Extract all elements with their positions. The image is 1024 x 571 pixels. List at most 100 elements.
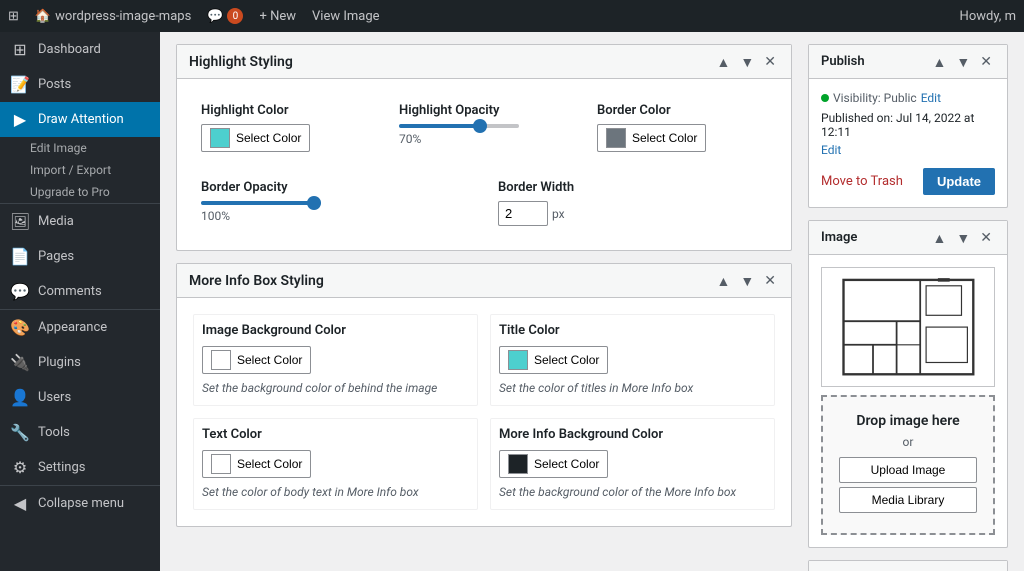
sidebar-item-comments[interactable]: 💬 Comments [0,274,160,309]
sidebar-item-tools[interactable]: 🔧 Tools [0,415,160,450]
border-opacity-slider[interactable] [201,201,321,205]
highlight-opacity-label: Highlight Opacity [399,103,569,118]
more-info-bg-color-label: More Info Background Color [499,427,766,442]
sidebar-sub-edit-image[interactable]: Edit Image [0,137,160,159]
posts-icon: 📝 [10,75,30,94]
visibility-text: Visibility: Public [833,91,917,105]
highlight-panel-header: Highlight Styling ▲ ▼ ✕ [177,45,791,79]
sidebar-item-pages[interactable]: 📄 Pages [0,239,160,274]
image-panel-header: Image ▲ ▼ ✕ [809,221,1007,255]
title-color-label: Title Color [499,323,766,338]
text-color-desc: Set the color of body text in More Info … [202,484,469,501]
more-info-panel-up[interactable]: ▲ [714,272,734,289]
image-bg-color-button[interactable]: Select Color [202,346,311,374]
visibility-row: Visibility: Public Edit [821,91,995,105]
upload-image-button[interactable]: Upload Image [839,457,977,483]
more-info-panel-down[interactable]: ▼ [737,272,757,289]
more-info-panel: More Info Box Styling ▲ ▼ ✕ Image Backgr… [176,263,792,527]
draw-attention-icon: ▶ [10,110,30,129]
sidebar-item-settings[interactable]: ⚙ Settings [0,450,160,485]
site-name[interactable]: 🏠 wordpress-image-maps [35,9,191,24]
sidebar-item-draw-attention[interactable]: ▶ Draw Attention [0,102,160,137]
publish-date-edit-link[interactable]: Edit [821,143,841,157]
collapse-icon: ◀ [10,494,30,513]
highlight-color-button[interactable]: Select Color [201,124,310,152]
text-color-button[interactable]: Select Color [202,450,311,478]
highlight-color-field: Highlight Color Select Color [193,95,379,160]
sidebar-sub-import-export[interactable]: Import / Export [0,159,160,181]
visibility-edit-link[interactable]: Edit [921,91,941,105]
drop-zone[interactable]: Drop image here or Upload Image Media Li… [821,395,995,535]
publish-panel: Publish ▲ ▼ ✕ Visibility: Public Edit Pu… [808,44,1008,208]
update-button[interactable]: Update [923,168,995,195]
image-panel-down[interactable]: ▼ [953,229,973,246]
border-width-label: Border Width [498,180,767,195]
border-color-row: Select Color [597,124,767,152]
title-color-swatch [508,350,528,370]
sidebar-collapse[interactable]: ◀ Collapse menu [0,486,160,521]
sidebar-item-media[interactable]: 🖼 Media [0,204,160,239]
border-color-field: Border Color Select Color [589,95,775,160]
image-preview [821,267,995,387]
sidebar-item-users[interactable]: 👤 Users [0,380,160,415]
floorplan-image [831,274,986,380]
border-color-label: Border Color [597,103,767,118]
image-panel-up[interactable]: ▲ [930,229,950,246]
new-menu[interactable]: + New [259,9,296,24]
border-color-btn-label: Select Color [632,131,697,145]
more-info-bg-color-field: More Info Background Color Select Color … [490,418,775,510]
title-color-button[interactable]: Select Color [499,346,608,374]
publish-panel-close[interactable]: ✕ [977,53,995,70]
appearance-icon: 🎨 [10,318,30,337]
sidebar-sub-upgrade[interactable]: Upgrade to Pro [0,181,160,203]
trash-link[interactable]: Move to Trash [821,174,903,189]
border-color-swatch [606,128,626,148]
comments-icon-bar[interactable]: 💬 0 [207,8,243,24]
highlight-color-btn-label: Select Color [236,131,301,145]
view-image-link[interactable]: View Image [312,9,380,24]
border-opacity-label: Border Opacity [201,180,470,195]
highlight-fields-grid: Highlight Color Select Color Highlight O… [193,95,775,160]
media-library-button[interactable]: Media Library [839,487,977,513]
sidebar-item-dashboard[interactable]: ⊞ Dashboard [0,32,160,67]
border-width-input[interactable] [498,201,548,226]
text-color-label: Text Color [202,427,469,442]
sidebar-label-appearance: Appearance [38,320,150,335]
users-icon: 👤 [10,388,30,407]
sidebar-label-comments: Comments [38,284,150,299]
highlight-panel-close[interactable]: ✕ [761,53,779,70]
highlight-opacity-slider[interactable] [399,124,519,128]
border-width-unit: px [552,207,565,221]
pages-icon: 📄 [10,247,30,266]
more-info-panel-header: More Info Box Styling ▲ ▼ ✕ [177,264,791,298]
title-color-desc: Set the color of titles in More Info box [499,380,766,397]
sidebar-item-plugins[interactable]: 🔌 Plugins [0,345,160,380]
image-bg-color-desc: Set the background color of behind the i… [202,380,469,397]
publish-panel-down[interactable]: ▼ [953,53,973,70]
sidebar-item-posts[interactable]: 📝 Posts [0,67,160,102]
more-info-panel-body: Image Background Color Select Color Set … [177,298,791,526]
border-color-button[interactable]: Select Color [597,124,706,152]
highlight-color-row: Select Color [201,124,371,152]
publish-panel-header: Publish ▲ ▼ ✕ [809,45,1007,79]
howdy-text: Howdy, m [960,9,1016,24]
tools-icon: 🔧 [10,423,30,442]
home-icon: 🏠 [35,9,51,24]
image-panel-close[interactable]: ✕ [977,229,995,246]
more-info-bg-color-button[interactable]: Select Color [499,450,608,478]
image-panel-body: Drop image here or Upload Image Media Li… [809,255,1007,547]
publish-panel-up[interactable]: ▲ [930,53,950,70]
highlight-opacity-range-container: 70% [399,124,569,146]
sidebar-label-tools: Tools [38,425,150,440]
sidebar-item-appearance[interactable]: 🎨 Appearance [0,310,160,345]
title-color-field: Title Color Select Color Set the color o… [490,314,775,406]
highlight-panel-up[interactable]: ▲ [714,53,734,70]
sidebar-label-draw-attention: Draw Attention [38,112,150,127]
more-info-panel-close[interactable]: ✕ [761,272,779,289]
highlight-panel-down[interactable]: ▼ [737,53,757,70]
more-info-top-grid: Image Background Color Select Color Set … [193,314,775,406]
title-color-btn-label: Select Color [534,353,599,367]
plugins-icon: 🔌 [10,353,30,372]
text-color-swatch [211,454,231,474]
wp-logo-icon[interactable]: ⊞ [8,9,19,24]
